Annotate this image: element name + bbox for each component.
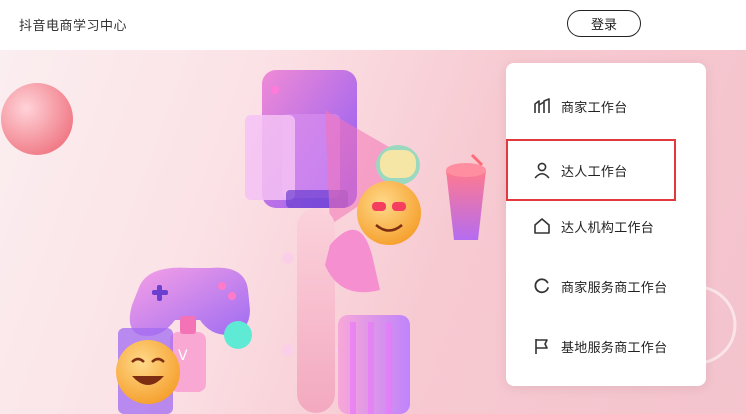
svg-text:V: V: [178, 348, 188, 364]
menu-item-agency-workbench[interactable]: 达人机构工作台: [506, 195, 706, 257]
menu-item-base-service-workbench[interactable]: 基地服务商工作台: [506, 315, 706, 377]
menu-item-label: 基地服务商工作台: [561, 340, 668, 356]
menu-item-label: 商家服务商工作台: [561, 280, 668, 296]
menu-item-merchant-workbench[interactable]: 商家工作台: [506, 75, 706, 137]
teal-ball-decoration: [224, 321, 252, 349]
top-header: 抖音电商学习中心 登录: [0, 0, 746, 50]
person-icon: [532, 160, 552, 180]
shop-stats-icon: [532, 96, 552, 116]
house-icon: [532, 216, 552, 236]
flag-icon: [532, 336, 552, 356]
workbench-menu: 商家工作台 达人工作台 达人机构工作台 商家服务商工作台 基地服务商工作台: [506, 63, 706, 386]
menu-item-label: 商家工作台: [561, 100, 628, 116]
laughing-emoji-decoration: [116, 340, 180, 404]
menu-item-label: 达人机构工作台: [561, 220, 655, 236]
refresh-circle-icon: [532, 276, 552, 296]
login-button[interactable]: 登录: [567, 10, 641, 37]
menu-item-merchant-service-workbench[interactable]: 商家服务商工作台: [506, 255, 706, 317]
site-title[interactable]: 抖音电商学习中心: [19, 15, 127, 34]
menu-item-label: 达人工作台: [561, 164, 628, 180]
cool-emoji-decoration: [357, 181, 421, 245]
luggage-decoration: [338, 315, 410, 414]
pink-ball-decoration: [1, 83, 73, 155]
menu-item-creator-workbench[interactable]: 达人工作台: [506, 139, 676, 201]
